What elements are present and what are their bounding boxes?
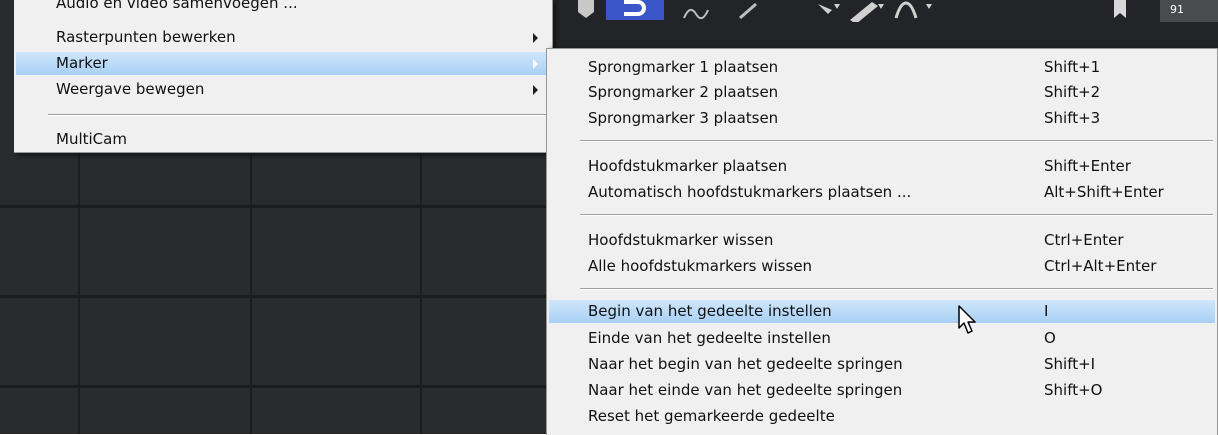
menu-item-label: Weergave bewegen [56,80,205,98]
menu-item-set-range-end[interactable]: Einde van het gedeelte instellen O [549,327,1215,350]
menu-item-jump-marker-1[interactable]: Sprongmarker 1 plaatsen Shift+1 [549,56,1215,79]
menu-item-label: Sprongmarker 3 plaatsen [588,109,779,127]
curve-icon[interactable] [890,0,946,22]
marker-submenu: Sprongmarker 1 plaatsen Shift+1 Sprongma… [546,48,1218,435]
submenu-arrow-icon [533,85,538,95]
menu-item-jump-range-start[interactable]: Naar het begin van het gedeelte springen… [549,353,1215,376]
menu-item-jump-marker-2[interactable]: Sprongmarker 2 plaatsen Shift+2 [549,81,1215,104]
bookmark-icon[interactable] [1110,0,1130,22]
menu-separator [48,114,548,116]
menu-item-label: MultiCam [56,130,127,148]
menu-item-label: Marker [56,54,108,72]
menu-item-audio-video-merge[interactable]: Audio en video samenvoegen ... [16,0,550,15]
link-icon[interactable] [734,0,764,22]
menu-item-label: Alle hoofdstukmarkers wissen [588,257,813,275]
menu-item-jump-range-end[interactable]: Naar het einde van het gedeelte springen… [549,379,1215,402]
menu-item-shortcut: Shift+O [1044,381,1103,399]
menu-item-shortcut: Alt+Shift+Enter [1044,183,1164,201]
menu-item-delete-chapter-marker[interactable]: Hoofdstukmarker wissen Ctrl+Enter [549,229,1215,252]
menu-item-label: Sprongmarker 2 plaatsen [588,83,779,101]
menu-item-shortcut: Ctrl+Enter [1044,231,1124,249]
menu-item-label: Rasterpunten bewerken [56,28,236,46]
menu-item-label: Reset het gemarkeerde gedeelte [588,407,835,425]
menu-item-shortcut: I [1044,302,1049,320]
menu-item-reset-range[interactable]: Reset het gemarkeerde gedeelte [549,405,1215,428]
menu-item-label: Hoofdstukmarker wissen [588,231,774,249]
menu-separator [580,214,1213,216]
menu-item-label: Begin van het gedeelte instellen [588,302,832,320]
menu-item-shortcut: O [1044,329,1056,347]
menu-separator [580,140,1213,142]
menu-item-place-chapter-marker[interactable]: Hoofdstukmarker plaatsen Shift+Enter [549,155,1215,178]
menu-item-shortcut: Ctrl+Alt+Enter [1044,257,1157,275]
track-label: 91 [1170,3,1184,16]
track-label-icon[interactable]: 91 [1160,0,1218,22]
menu-item-move-view[interactable]: Weergave bewegen [16,78,550,101]
menu-item-label: Einde van het gedeelte instellen [588,329,831,347]
menu-item-marker[interactable]: Marker [16,52,550,75]
marker-icon[interactable] [574,0,598,22]
menu-item-label: Automatisch hoofdstukmarkers plaatsen ..… [588,183,912,201]
menu-item-set-range-start[interactable]: Begin van het gedeelte instellen I [549,300,1215,323]
menu-item-label: Naar het einde van het gedeelte springen [588,381,903,399]
submenu-arrow-icon [533,59,538,69]
menu-item-label: Audio en video samenvoegen ... [56,0,298,12]
mouse-mode-icon[interactable] [814,0,844,22]
menu-item-delete-all-chapter-markers[interactable]: Alle hoofdstukmarkers wissen Ctrl+Alt+En… [549,255,1215,278]
menu-item-shortcut: Shift+1 [1044,58,1101,76]
menu-item-shortcut: Shift+3 [1044,109,1101,127]
menu-item-raster-points[interactable]: Rasterpunten bewerken [16,26,550,49]
submenu-arrow-icon [533,33,538,43]
menu-item-shortcut: Shift+I [1044,355,1096,373]
mouse-cursor-icon [957,304,981,342]
context-menu: Audio en video samenvoegen ... Rasterpun… [14,0,553,153]
toolbar: 91 [548,0,1218,50]
unlink-icon[interactable] [680,0,716,22]
link-mode-icon[interactable] [606,0,664,20]
menu-item-label: Sprongmarker 1 plaatsen [588,58,779,76]
menu-item-jump-marker-3[interactable]: Sprongmarker 3 plaatsen Shift+3 [549,107,1215,130]
menu-item-label: Hoofdstukmarker plaatsen [588,157,788,175]
menu-item-shortcut: Shift+Enter [1044,157,1131,175]
pencil-icon[interactable] [846,0,886,22]
menu-item-shortcut: Shift+2 [1044,83,1101,101]
menu-item-multicam[interactable]: MultiCam [16,128,550,151]
menu-item-auto-chapter-markers[interactable]: Automatisch hoofdstukmarkers plaatsen ..… [549,181,1215,204]
menu-separator [580,288,1213,290]
menu-item-label: Naar het begin van het gedeelte springen [588,355,903,373]
